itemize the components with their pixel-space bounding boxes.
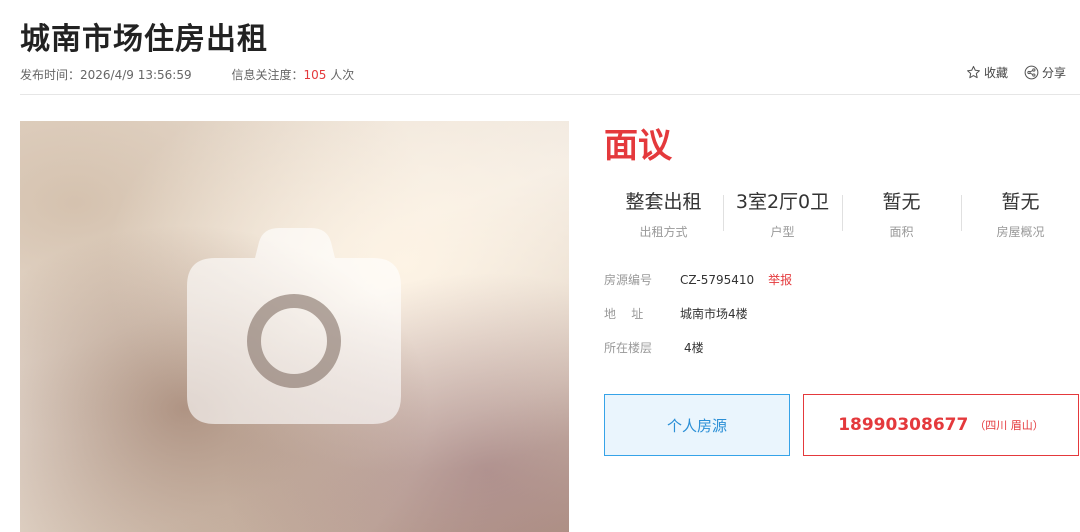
favorite-label: 收藏 — [983, 66, 1008, 80]
spec-layout: 3室2厅0卫 户型 — [723, 189, 842, 240]
phone-location: （四川 眉山） — [974, 419, 1044, 432]
floor-row: 所在楼层 4楼 — [604, 339, 704, 356]
header-divider — [20, 94, 1080, 95]
listing-number-row: 房源编号 CZ-5795410 举报 — [604, 271, 792, 288]
address-label: 地 址 — [604, 307, 644, 321]
spec-label: 房屋概况 — [996, 225, 1045, 239]
share-button[interactable]: 分享 — [1024, 64, 1066, 81]
spec-value: 暂无 — [1001, 191, 1040, 213]
page-title: 城南市场住房出租 — [20, 22, 268, 57]
publish-time: 2026/4/9 13:56:59 — [80, 68, 192, 82]
report-link[interactable]: 举报 — [768, 271, 792, 288]
price: 面议 — [604, 126, 672, 166]
favorite-button[interactable]: 收藏 — [966, 64, 1008, 81]
star-icon — [967, 65, 980, 79]
phone-button[interactable]: 18990308677 （四川 眉山） — [803, 394, 1079, 456]
spec-label: 出租方式 — [639, 225, 688, 239]
spec-label: 户型 — [770, 225, 795, 239]
views-unit: 人次 — [326, 68, 355, 82]
spec-area: 暂无 面积 — [842, 189, 961, 240]
spec-overview: 暂无 房屋概况 — [961, 189, 1080, 240]
listing-number: CZ-5795410 — [680, 272, 755, 287]
personal-listing-button[interactable]: 个人房源 — [604, 394, 790, 456]
camera-placeholder-icon — [187, 228, 401, 424]
address: 城南市场4楼 — [680, 307, 748, 321]
share-icon — [1024, 65, 1039, 80]
spec-summary: 整套出租 出租方式 3室2厅0卫 户型 暂无 面积 暂无 房屋概况 — [604, 189, 1080, 240]
spec-value: 暂无 — [882, 191, 921, 213]
views-label: 信息关注度： — [231, 68, 304, 82]
views-count: 105 — [303, 68, 327, 82]
floor-label: 所在楼层 — [604, 341, 653, 355]
publish-label: 发布时间： — [20, 68, 81, 82]
spec-value: 整套出租 — [625, 191, 702, 213]
meta-row: 发布时间：2026/4/9 13:56:59 信息关注度：105 人次 — [20, 66, 354, 83]
listing-number-label: 房源编号 — [604, 273, 653, 287]
spec-rent-type: 整套出租 出租方式 — [604, 189, 723, 240]
spec-label: 面积 — [889, 225, 914, 239]
share-label: 分享 — [1041, 66, 1066, 80]
phone-number: 18990308677 — [838, 415, 969, 435]
floor: 4楼 — [684, 341, 704, 355]
header-actions: 收藏 分享 — [966, 64, 1066, 81]
listing-photo[interactable] — [20, 121, 569, 532]
address-row: 地 址 城南市场4楼 — [604, 305, 748, 322]
spec-value: 3室2厅0卫 — [735, 191, 830, 213]
